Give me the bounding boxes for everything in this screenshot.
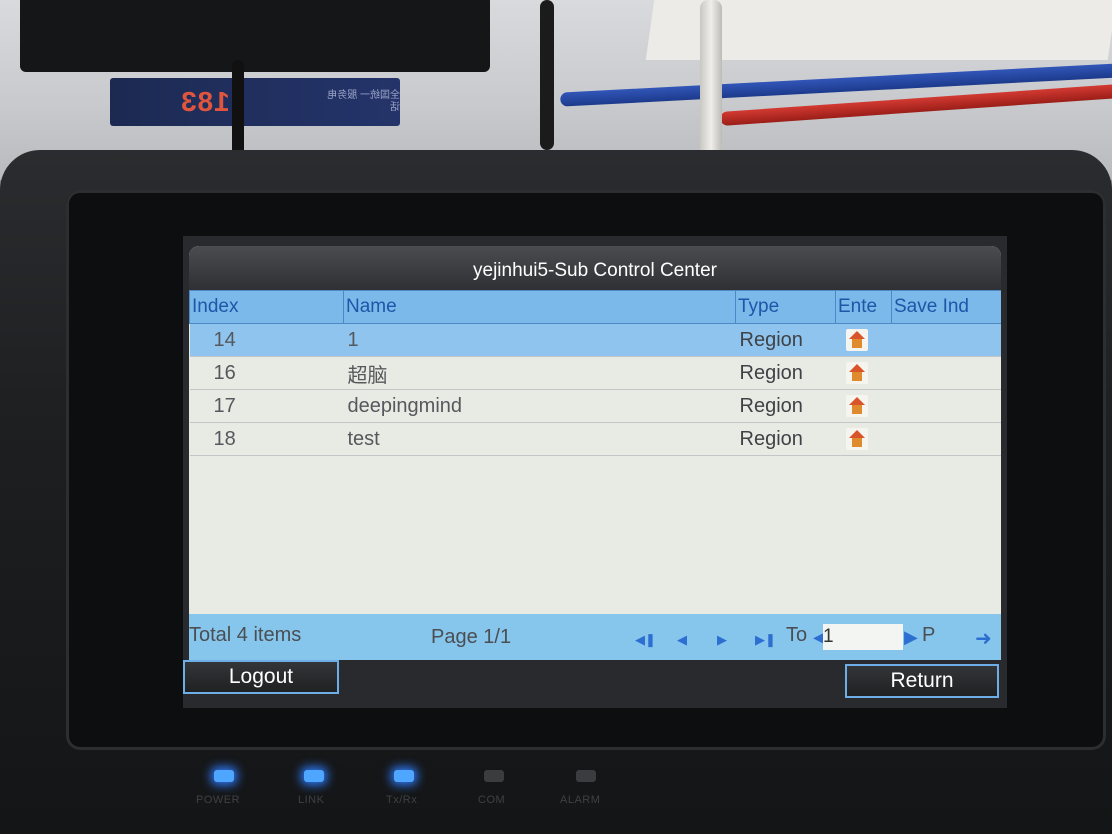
link-led [304,770,324,782]
row-index: 17 [189,389,344,423]
total-items: Total 4 items [189,624,302,646]
row-index: 14 [189,323,344,357]
table-row[interactable]: 17 deepingmind Region [189,389,1001,423]
window-title: yejinhui5-Sub Control Center [189,246,1001,290]
row-save-index [891,389,1001,423]
page-suffix: P [922,624,936,646]
goto-label: To [786,624,808,646]
txrx-led-label: Tx/Rx [386,794,418,806]
txrx-led [394,770,414,782]
column-header-enter[interactable]: Ente [835,290,892,324]
table-row[interactable]: 16 超脑 Region [189,356,1001,390]
grey-cable [700,0,722,160]
last-page-icon[interactable]: ▶❚ [755,632,776,648]
row-name: 1 [343,323,736,357]
page-increment-icon[interactable]: ▶ [904,627,918,648]
row-type: Region [735,323,836,357]
row-enter [835,356,892,390]
row-enter [835,389,892,423]
home-icon[interactable] [845,395,868,418]
row-save-index [891,422,1001,456]
region-table: Index Name Type Ente Save Ind 14 1 Regio… [189,290,1001,456]
prev-page-icon[interactable]: ◀ [677,632,687,648]
row-type: Region [735,422,836,456]
row-enter [835,323,892,357]
column-header-name[interactable]: Name [343,290,736,324]
black-cable [540,0,554,150]
power-led [214,770,234,782]
service-card: 183 全国统一 服务电话 [110,78,400,126]
row-type: Region [735,389,836,423]
row-save-index [891,356,1001,390]
logout-button[interactable]: Logout [183,660,339,694]
table-row[interactable]: 18 test Region [189,422,1001,456]
column-header-save-index[interactable]: Save Ind [891,290,1001,324]
status-leds: POWER LINK Tx/Rx COM ALARM [180,770,700,810]
return-button[interactable]: Return [845,664,999,698]
pagination-bar: Total 4 items Page 1/1 ◀❚ ◀ ▶ ▶❚ To ◀ 1 … [189,614,1001,660]
black-device-box [20,0,490,72]
home-icon[interactable] [845,329,868,352]
home-icon[interactable] [845,428,868,451]
row-name: 超脑 [343,356,736,390]
next-page-icon[interactable]: ▶ [717,632,727,648]
table-header-row: Index Name Type Ente Save Ind [189,290,1001,324]
row-name: deepingmind [343,389,736,423]
go-arrow-icon[interactable]: ➜ [975,626,992,651]
page-number-input[interactable]: 1 [823,624,903,650]
row-save-index [891,323,1001,357]
power-led-label: POWER [196,794,241,806]
row-index: 16 [189,356,344,390]
column-header-type[interactable]: Type [735,290,836,324]
table-row[interactable]: 14 1 Region [189,323,1001,357]
row-index: 18 [189,422,344,456]
device-screen: yejinhui5-Sub Control Center Index Name … [183,236,1007,708]
com-led [484,770,504,782]
com-led-label: COM [478,794,506,806]
link-led-label: LINK [298,794,325,806]
column-header-index[interactable]: Index [189,290,344,324]
card-number: 183 [180,86,230,117]
row-enter [835,422,892,456]
sub-control-center-panel: yejinhui5-Sub Control Center Index Name … [189,246,1001,660]
page-indicator: Page 1/1 [431,626,512,648]
card-caption: 全国统一 服务电话 [327,90,400,113]
home-icon[interactable] [845,362,868,385]
alarm-led-label: ALARM [560,794,601,806]
row-type: Region [735,356,836,390]
first-page-icon[interactable]: ◀❚ [635,632,656,648]
alarm-led [576,770,596,782]
row-name: test [343,422,736,456]
